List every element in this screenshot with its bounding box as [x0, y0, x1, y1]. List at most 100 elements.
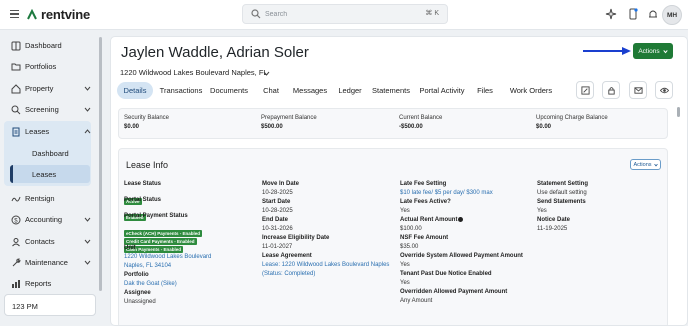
sign-button[interactable]: [576, 81, 594, 99]
sidebar-item-reports[interactable]: Reports: [0, 275, 92, 293]
tab-details[interactable]: Details: [117, 82, 153, 99]
search-shortcut: ⌘ K: [425, 10, 439, 17]
avatar[interactable]: MH: [662, 5, 682, 25]
actions-button[interactable]: Actions: [633, 43, 673, 59]
end-date-value: 10-31-2026: [262, 226, 293, 232]
nsf-fee-value: $35.00: [400, 244, 419, 250]
unit-link[interactable]: 1220 Wildwood Lakes Boulevard: [124, 254, 211, 260]
tab-ledger[interactable]: Ledger: [336, 82, 364, 99]
phone-icon[interactable]: [627, 8, 639, 20]
tab-messages[interactable]: Messages: [291, 82, 329, 99]
balances-bar: Security Balance $0.00 Prepayment Balanc…: [118, 108, 668, 139]
sidebar-item-label: Property: [25, 84, 54, 93]
sidebar-bottom-widget[interactable]: 123 PM: [4, 294, 96, 316]
eligibility-label: Increase Eligibility Date: [262, 235, 330, 241]
lease-detail-panel: Jaylen Waddle, Adrian Soler 1220 Wildwoo…: [110, 36, 688, 326]
balance-upcoming: Upcoming Charge Balance $0.00: [536, 115, 608, 130]
statement-setting-label: Statement Setting: [537, 181, 589, 187]
view-button[interactable]: [655, 81, 673, 99]
tab-work-orders[interactable]: Work Orders: [506, 82, 556, 99]
sidebar-subitem-dashboard[interactable]: Dashboard: [32, 149, 69, 158]
main-scrollbar[interactable]: [677, 107, 680, 117]
override-payment-value: Yes: [400, 262, 410, 268]
chevron-down-icon: [84, 86, 91, 91]
move-in-label: Move In Date: [262, 181, 300, 187]
sidebar-item-dashboard[interactable]: Dashboard: [0, 37, 92, 55]
portfolio-link[interactable]: Dak the Goat (Sike): [124, 281, 177, 287]
sidebar-item-leases[interactable]: Leases: [0, 123, 92, 141]
sidebar-item-label: Rentsign: [25, 194, 55, 203]
tab-files[interactable]: Files: [473, 82, 497, 99]
sidebar-item-label: Portfolios: [25, 62, 57, 71]
balance-security: Security Balance $0.00: [124, 115, 169, 130]
send-statements-label: Send Statements: [537, 199, 586, 205]
lease-actions-button[interactable]: Actions: [630, 159, 661, 170]
lease-agreement-status: (Status: Completed): [262, 271, 316, 277]
unit-label: Unit: [124, 245, 136, 251]
sidebar-item-maintenance[interactable]: Maintenance: [0, 254, 92, 272]
chevron-down-icon: [84, 217, 91, 222]
tab-documents[interactable]: Documents: [209, 82, 249, 99]
portal-payment-label: Portal Payment Status: [124, 213, 188, 219]
notice-date-label: Notice Date: [537, 217, 571, 223]
balance-value: $0.00: [536, 124, 552, 130]
sidebar-item-portfolios[interactable]: Portfolios: [0, 58, 92, 76]
property-address[interactable]: 1220 Wildwood Lakes Boulevard Naples, FL: [120, 68, 268, 77]
actions-label: Actions: [633, 161, 652, 168]
chevron-down-icon: [653, 163, 658, 166]
logo[interactable]: rentvine: [26, 7, 90, 22]
late-fees-active-value: Yes: [400, 208, 410, 214]
eligibility-value: 11-01-2027: [262, 244, 293, 250]
late-fee-link[interactable]: $10 late fee/ $5 per day/ $300 max: [400, 190, 493, 196]
balance-value: $500.00: [261, 124, 283, 130]
sidebar-item-label: Screening: [25, 105, 59, 114]
menu-icon[interactable]: [10, 10, 19, 18]
assignee-value: Unassigned: [124, 299, 156, 305]
move-in-value: 10-28-2025: [262, 190, 293, 196]
late-fees-active-label: Late Fees Active?: [400, 199, 451, 205]
tab-chat[interactable]: Chat: [257, 82, 285, 99]
tab-portal-activity[interactable]: Portal Activity: [418, 82, 466, 99]
assignee-label: Assignee: [124, 290, 151, 296]
lease-info-card: Lease Info Actions Lease Status Active P…: [118, 148, 668, 325]
email-button[interactable]: [629, 81, 647, 99]
sparkle-icon[interactable]: [605, 8, 617, 20]
notification-icon[interactable]: [647, 8, 659, 20]
sidebar-item-label: Dashboard: [25, 41, 62, 50]
tenant-past-due-value: Yes: [400, 280, 410, 286]
portal-status-label: Portal Status: [124, 197, 162, 203]
lock-button[interactable]: [602, 81, 620, 99]
tab-statements[interactable]: Statements: [370, 82, 412, 99]
balance-value: -$500.00: [399, 124, 423, 130]
sidebar-item-accounting[interactable]: $ Accounting: [0, 211, 92, 229]
contacts-icon: [12, 238, 20, 247]
unit-city-link[interactable]: Naples, FL 34104: [124, 263, 171, 269]
sidebar-subitem-leases[interactable]: Leases: [32, 170, 56, 179]
arrow-annotation-icon: [583, 47, 631, 55]
late-fee-label: Late Fee Setting: [400, 181, 447, 187]
top-bar: rentvine ⌘ K MH: [0, 0, 688, 30]
tab-transactions[interactable]: Transactions: [159, 82, 203, 99]
info-icon[interactable]: [458, 217, 464, 222]
chevron-down-icon[interactable]: [263, 70, 270, 77]
wrench-icon: [12, 258, 21, 267]
sidebar-scrollbar[interactable]: [99, 37, 102, 291]
override-payment-label: Override System Allowed Payment Amount: [400, 253, 523, 259]
start-date-label: Start Date: [262, 199, 291, 205]
lock-icon: [607, 86, 615, 95]
lease-agreement-link[interactable]: Lease: 1220 Wildwood Lakes Boulevard Nap…: [262, 262, 389, 268]
lease-agreement-label: Lease Agreement: [262, 253, 312, 259]
sidebar-item-contacts[interactable]: Contacts: [0, 233, 92, 251]
sidebar-item-label: Accounting: [25, 215, 63, 224]
home-icon: [11, 84, 21, 94]
sidebar-item-screening[interactable]: Screening: [0, 101, 92, 119]
chevron-down-icon: [84, 260, 91, 265]
balance-prepayment: Prepayment Balance $500.00: [261, 115, 317, 130]
sidebar-item-rentsign[interactable]: Rentsign: [0, 190, 92, 208]
search-icon: [251, 9, 261, 19]
sidebar-item-property[interactable]: Property: [0, 80, 92, 98]
search-input[interactable]: [265, 7, 405, 21]
chevron-down-icon: [662, 49, 668, 53]
search-box[interactable]: ⌘ K: [242, 4, 448, 24]
statement-setting-value: Use default setting: [537, 190, 587, 196]
